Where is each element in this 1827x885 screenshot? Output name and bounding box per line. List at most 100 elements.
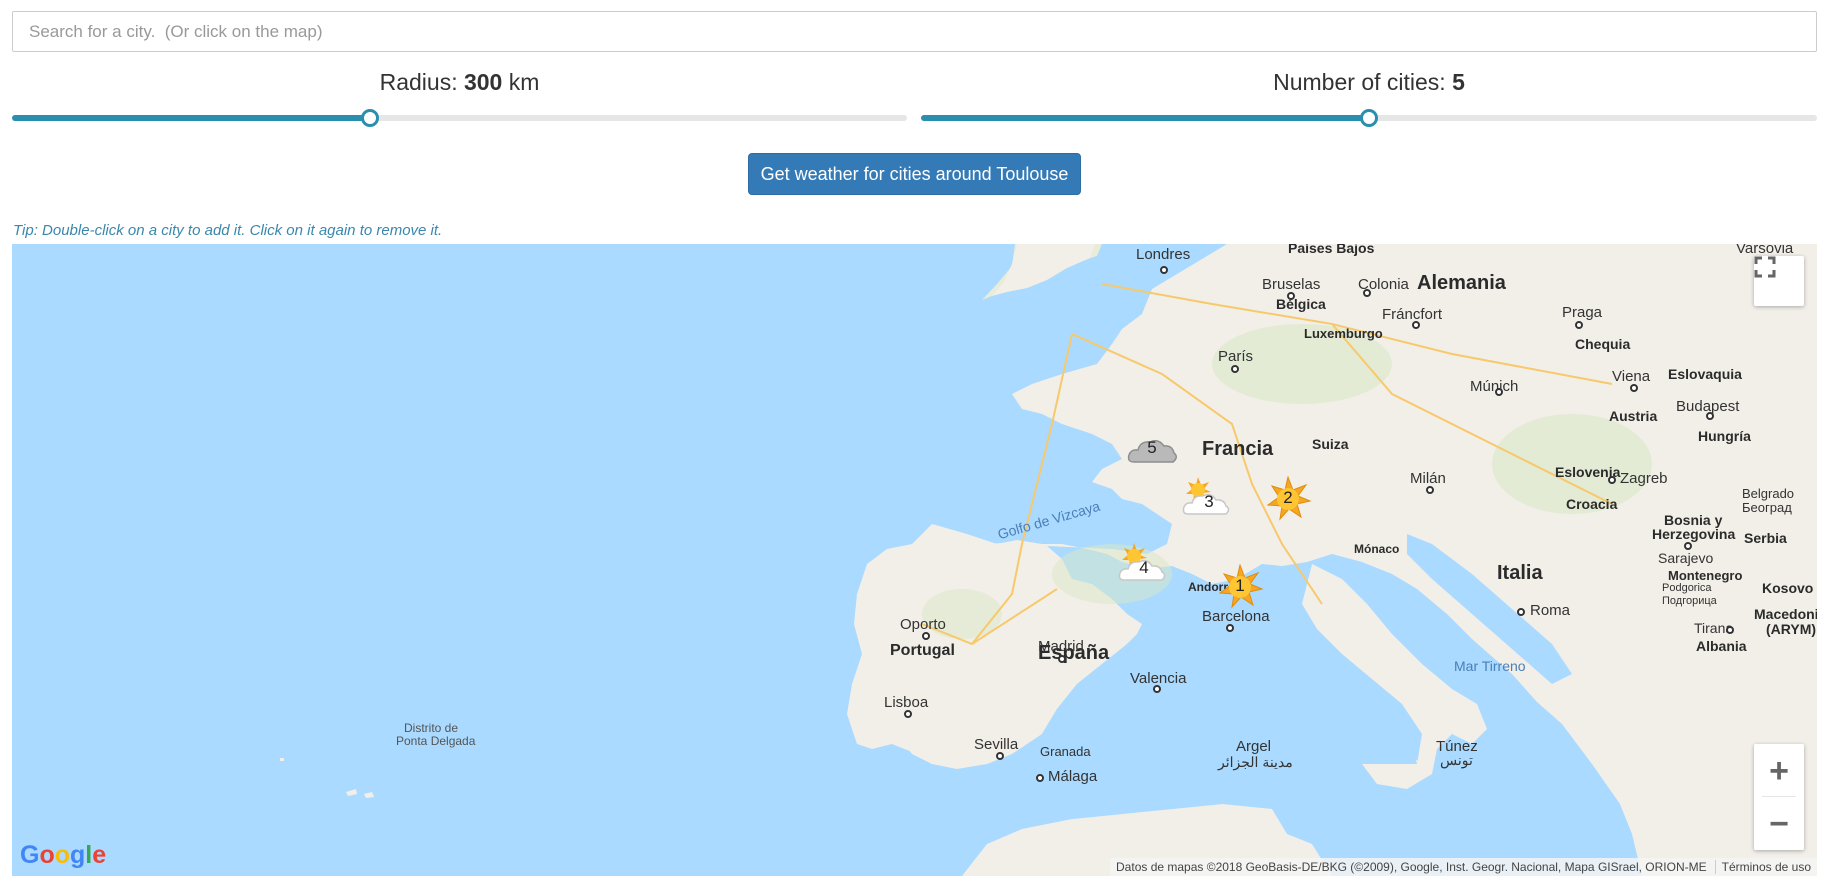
zoom-out-button[interactable]: − [1754,797,1804,850]
label-belgrado: Belgrado [1742,486,1795,501]
zoom-control: + − [1754,744,1804,850]
dot-madrid [1058,655,1066,663]
weather-marker-3[interactable]: 3 [1178,476,1234,522]
dot-milan [1426,486,1434,494]
map-attribution: Datos de mapas ©2018 GeoBasis-DE/BKG (©2… [1110,858,1817,876]
label-oporto: Oporto [900,616,946,633]
cities-slider-fill [921,115,1369,121]
label-londres: Londres [1136,246,1191,263]
dot-oporto [922,632,930,640]
dot-valencia [1153,685,1161,693]
label-alemania: Alemania [1417,272,1506,294]
fullscreen-button[interactable] [1754,256,1804,306]
label-roma: Roma [1530,602,1571,619]
search-input[interactable] [12,11,1817,52]
zoom-in-button[interactable]: + [1754,744,1804,797]
label-suiza: Suiza [1312,436,1349,452]
dot-tirana [1726,626,1734,634]
get-weather-button[interactable]: Get weather for cities around Toulouse [748,153,1081,195]
label-serbia: Serbia [1744,530,1787,546]
dot-bruselas [1287,292,1295,300]
label-italia: Italia [1497,562,1543,584]
marker-number: 1 [1235,576,1245,595]
dot-praga [1575,321,1583,329]
radius-slider-block: Radius: 300 km [12,64,907,132]
dot-malaga [1036,774,1044,782]
label-bruselas: Bruselas [1262,276,1321,293]
dot-londres [1160,266,1168,274]
attribution-text: Datos de mapas ©2018 GeoBasis-DE/BKG (©2… [1116,860,1707,874]
label-belgrado-cyr: Београд [1742,500,1792,515]
dot-lisboa [904,710,912,718]
map[interactable]: Alemania Francia España Italia Portugal … [12,244,1817,876]
label-podgorica-cyr: Подгорица [1662,595,1717,607]
label-portugal: Portugal [890,642,955,659]
label-argel-ar: مدينة الجزائر [1218,754,1293,770]
dot-viena [1630,384,1638,392]
weather-marker-5[interactable]: 5 [1124,426,1180,472]
tip-text: Tip: Double-click on a city to add it. C… [13,222,443,239]
cities-label: Number of cities: 5 [1273,69,1465,95]
label-sarajevo: Sarajevo [1658,550,1714,566]
dot-paris [1231,365,1239,373]
map-land [280,244,1817,876]
dot-roma [1517,608,1525,616]
dot-munich [1495,388,1503,396]
marker-number: 5 [1147,438,1157,457]
label-milan: Milán [1410,470,1446,487]
cities-slider-block: Number of cities: 5 [921,64,1817,132]
cities-slider-handle[interactable] [1360,109,1378,127]
label-monaco: Mónaco [1354,542,1400,556]
label-praga: Praga [1562,304,1603,321]
weather-marker-1[interactable]: 1 [1212,564,1268,610]
label-ponta-delgada-2: Ponta Delgada [396,734,476,748]
label-paris: París [1218,348,1254,365]
label-hungria: Hungría [1698,428,1751,444]
label-kosovo: Kosovo [1762,580,1814,596]
label-viena: Viena [1612,368,1651,385]
label-malaga: Málaga [1048,768,1098,785]
label-herzegovina: Herzegovina [1652,526,1736,542]
label-podgorica: Podgorica [1662,582,1712,594]
label-mar-tirreno: Mar Tirreno [1454,658,1526,674]
cities-value: 5 [1452,69,1465,95]
radius-slider[interactable] [12,109,907,127]
marker-number: 4 [1139,558,1149,577]
label-barcelona: Barcelona [1202,608,1270,625]
dot-budapest [1706,412,1714,420]
label-madrid: Madrid [1038,638,1084,655]
label-francia: Francia [1202,438,1274,460]
label-granada: Granada [1040,744,1091,759]
weather-marker-2[interactable]: 2 [1260,476,1316,522]
dot-colonia [1363,289,1371,297]
dot-zagreb [1608,476,1616,484]
google-logo: Google [20,841,107,869]
label-chequia: Chequia [1575,336,1631,352]
cities-slider[interactable] [921,109,1817,127]
label-paises-bajos: Países Bajos [1288,244,1375,256]
radius-label: Radius: 300 km [379,69,540,95]
label-albania: Albania [1696,638,1747,654]
terms-link[interactable]: Términos de uso [1714,860,1811,874]
marker-number: 2 [1283,488,1293,507]
dot-francfort [1412,321,1420,329]
fullscreen-icon [1754,256,1776,278]
label-eslovaquia: Eslovaquia [1668,366,1742,382]
label-tunez-ar: تونس [1440,752,1473,768]
weather-marker-4[interactable]: 4 [1114,542,1170,588]
label-austria: Austria [1609,408,1658,424]
label-montenegro: Montenegro [1668,568,1743,583]
dot-sevilla [996,752,1004,760]
dot-sarajevo [1684,542,1692,550]
label-argel: Argel [1236,738,1272,755]
label-arym: (ARYM) [1766,621,1817,637]
label-macedonia: Macedonia [1754,606,1817,622]
label-luxemburgo: Luxemburgo [1304,326,1383,341]
dot-barcelona [1226,624,1234,632]
radius-slider-handle[interactable] [361,109,379,127]
label-zagreb: Zagreb [1620,470,1668,487]
label-francfort: Fráncfort [1382,306,1443,323]
label-belgica: Bélgica [1276,296,1326,312]
label-lisboa: Lisboa [884,694,929,711]
radius-value: 300 [463,69,503,95]
